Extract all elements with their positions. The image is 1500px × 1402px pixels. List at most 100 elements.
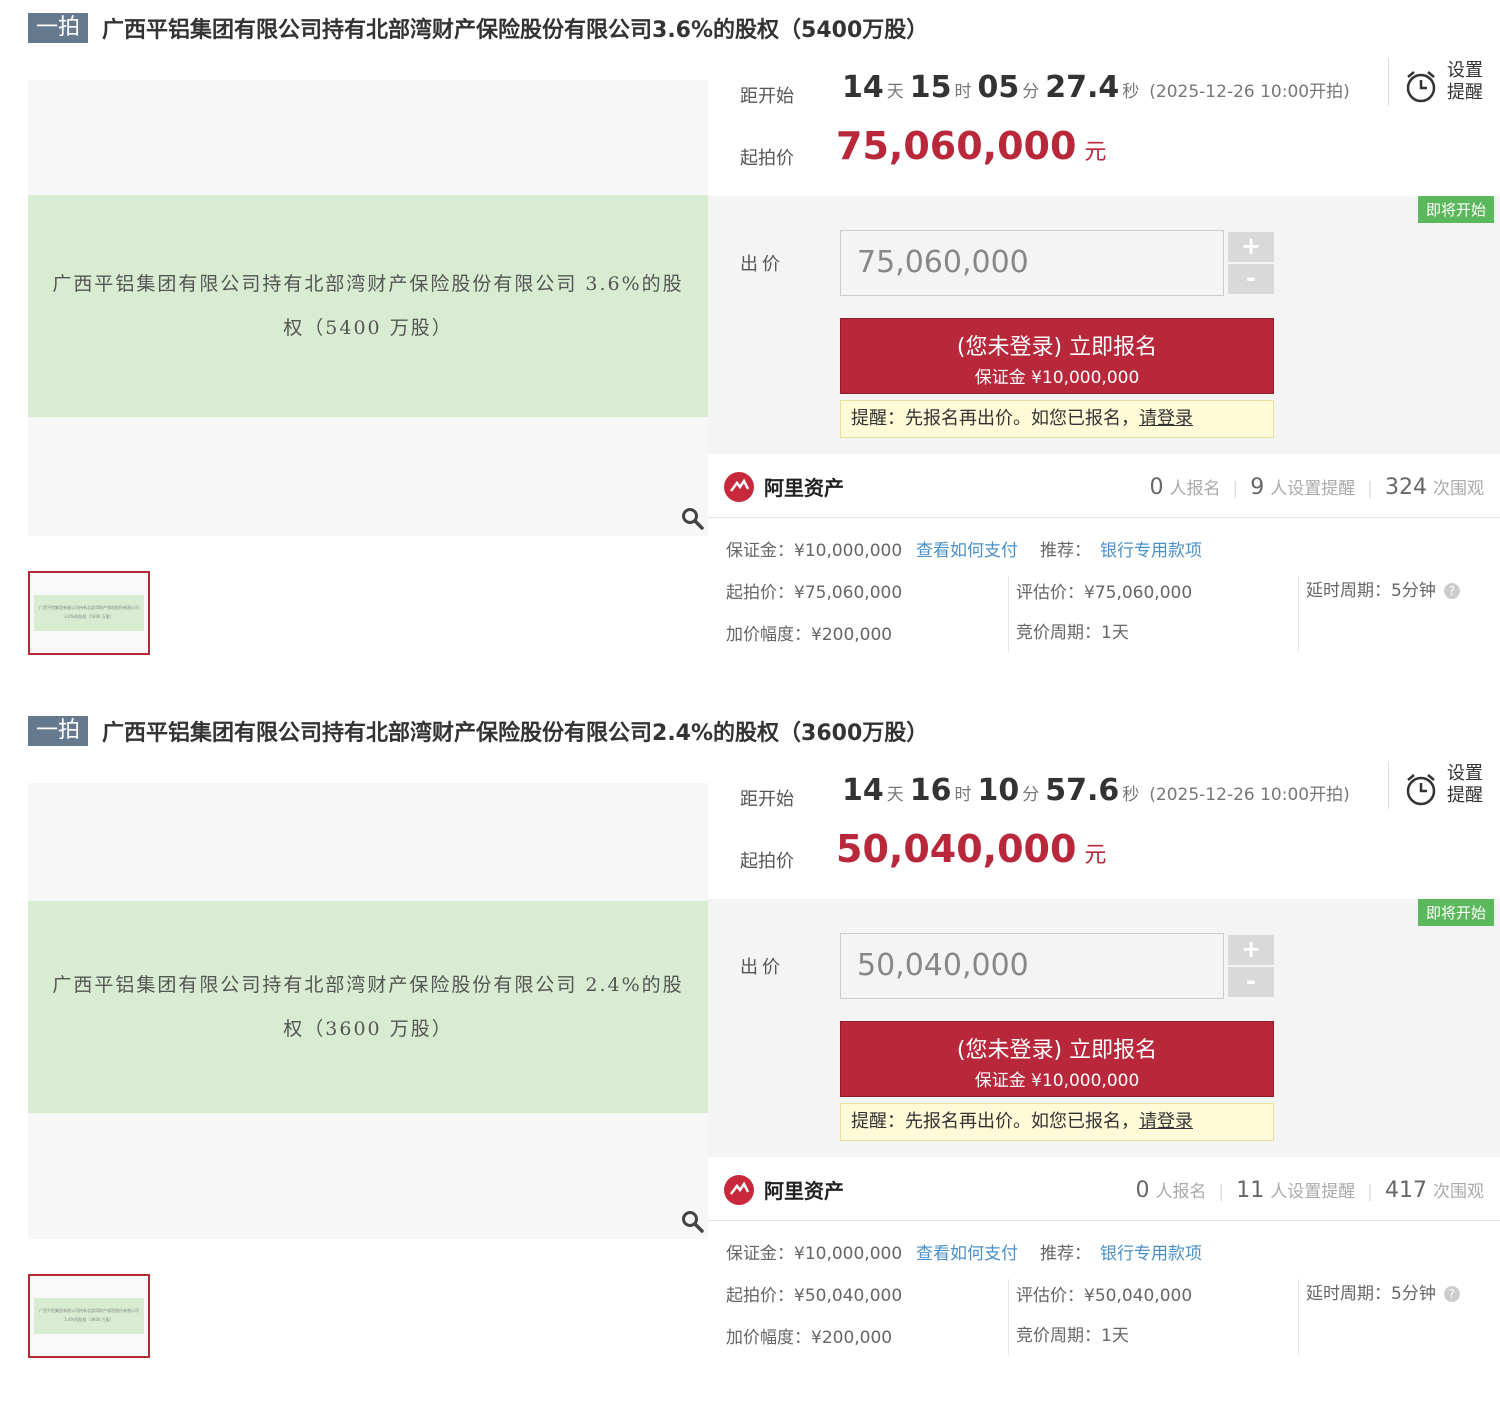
how-to-pay-link[interactable]: 查看如何支付 bbox=[916, 536, 1018, 561]
auction-item-1: 一拍 广西平铝集团有限公司持有北部湾财产保险股份有限公司3.6%的股权（5400… bbox=[0, 0, 1500, 680]
view-count-label: 次围观 bbox=[1433, 1182, 1484, 1202]
auction-stats: 0 人报名 | 11 人设置提醒 | 417 次围观 bbox=[1136, 1177, 1484, 1203]
column-divider bbox=[1008, 576, 1009, 652]
login-link[interactable]: 请登录 bbox=[1139, 408, 1193, 429]
deposit-info: 保证金：¥10,000,000 bbox=[726, 1244, 903, 1264]
set-reminder-button[interactable]: 设置提醒 bbox=[1388, 58, 1500, 106]
login-hint-text: 提醒：先报名再出价。如您已报名， bbox=[851, 408, 1139, 429]
auction-item-2: 一拍 广西平铝集团有限公司持有北部湾财产保险股份有限公司2.4%的股权（3600… bbox=[0, 703, 1500, 1383]
reminder-count-label: 人设置提醒 bbox=[1270, 1182, 1356, 1202]
signup-button[interactable]: (您未登录) 立即报名 保证金 ¥10,000,000 bbox=[840, 318, 1274, 394]
help-icon[interactable]: ? bbox=[1443, 1286, 1460, 1302]
detail-increment: 加价幅度：¥200,000 bbox=[726, 625, 893, 645]
signup-count-label: 人报名 bbox=[1155, 1182, 1207, 1202]
status-badge: 即将开始 bbox=[1417, 196, 1494, 223]
detail-delay-text: 延时周期：5分钟 bbox=[1306, 1284, 1436, 1304]
bank-account-link[interactable]: 银行专用款项 bbox=[1100, 1239, 1202, 1264]
countdown-seconds: 57.6 bbox=[1045, 773, 1120, 808]
signup-button[interactable]: (您未登录) 立即报名 保证金 ¥10,000,000 bbox=[840, 1021, 1274, 1097]
detail-eval-price: 评估价：¥75,060,000 bbox=[1016, 583, 1193, 603]
price-unit: 元 bbox=[1084, 140, 1107, 165]
column-divider bbox=[1298, 576, 1299, 652]
countdown-minutes-unit: 分 bbox=[1022, 82, 1040, 102]
bid-area: 即将开始 出价 75,060,000 + - (您未登录) 立即报名 保证金 ¥… bbox=[708, 196, 1500, 454]
countdown-days: 14 bbox=[842, 70, 884, 105]
countdown-start-time: (2025-12-26 10:00开拍) bbox=[1149, 785, 1350, 805]
image-thumbnail[interactable]: 广西平铝集团有限公司持有北部湾财产保险股份有限公司 2.4%的股权（3600 万… bbox=[28, 1274, 150, 1358]
decrease-bid-button[interactable]: - bbox=[1228, 967, 1274, 997]
recommend-label: 推荐： bbox=[1040, 1244, 1091, 1264]
auction-title[interactable]: 广西平铝集团有限公司持有北部湾财产保险股份有限公司3.6%的股权（5400万股） bbox=[102, 12, 928, 44]
stats-row: 阿里资产 0 人报名 | 11 人设置提醒 | 417 次围观 bbox=[708, 1157, 1500, 1221]
reminder-count: 9 bbox=[1250, 475, 1265, 500]
view-count: 417 bbox=[1385, 1178, 1427, 1203]
set-reminder-button[interactable]: 设置提醒 bbox=[1388, 761, 1500, 809]
stat-divider: | bbox=[1367, 1182, 1373, 1202]
price-unit: 元 bbox=[1084, 843, 1107, 868]
countdown-seconds: 27.4 bbox=[1045, 70, 1120, 105]
start-price: 50,040,000 元 bbox=[836, 827, 1106, 871]
login-hint: 提醒：先报名再出价。如您已报名，请登录 bbox=[840, 1103, 1274, 1141]
signup-count: 0 bbox=[1149, 475, 1164, 500]
help-icon[interactable]: ? bbox=[1443, 583, 1460, 599]
bank-account-link[interactable]: 银行专用款项 bbox=[1100, 536, 1202, 561]
ali-logo-icon bbox=[724, 1175, 754, 1205]
auction-round-tag: 一拍 bbox=[28, 13, 89, 43]
stat-divider: | bbox=[1367, 479, 1373, 499]
countdown-minutes: 10 bbox=[977, 773, 1020, 808]
bid-input[interactable]: 75,060,000 bbox=[840, 230, 1224, 296]
column-divider bbox=[1008, 1279, 1009, 1355]
decrease-bid-button[interactable]: - bbox=[1228, 264, 1274, 294]
bid-area: 即将开始 出价 50,040,000 + - (您未登录) 立即报名 保证金 ¥… bbox=[708, 899, 1500, 1157]
platform-name: 阿里资产 bbox=[764, 1179, 844, 1203]
start-price-label: 起拍价 bbox=[740, 851, 794, 872]
increase-bid-button[interactable]: + bbox=[1228, 232, 1274, 262]
detail-start-price: 起拍价：¥50,040,000 bbox=[726, 1286, 903, 1306]
main-image-text: 广西平铝集团有限公司持有北部湾财产保险股份有限公司 3.6%的股权（5400 万… bbox=[28, 195, 708, 417]
increase-bid-button[interactable]: + bbox=[1228, 935, 1274, 965]
image-thumbnail[interactable]: 广西平铝集团有限公司持有北部湾财产保险股份有限公司 3.6%的股权（5400 万… bbox=[28, 571, 150, 655]
bid-input[interactable]: 50,040,000 bbox=[840, 933, 1224, 999]
ali-logo-icon bbox=[724, 472, 754, 502]
countdown-days: 14 bbox=[842, 773, 884, 808]
countdown-start-time: (2025-12-26 10:00开拍) bbox=[1149, 82, 1350, 102]
auction-details: 保证金：¥10,000,000 查看如何支付 推荐： 银行专用款项 起拍价：¥7… bbox=[708, 518, 1500, 658]
countdown-hours: 16 bbox=[909, 773, 952, 808]
login-link[interactable]: 请登录 bbox=[1139, 1111, 1193, 1132]
countdown-minutes-unit: 分 bbox=[1022, 785, 1040, 805]
main-image[interactable]: 广西平铝集团有限公司持有北部湾财产保险股份有限公司 2.4%的股权（3600 万… bbox=[28, 783, 708, 1239]
recommend-label: 推荐： bbox=[1040, 541, 1091, 561]
detail-increment: 加价幅度：¥200,000 bbox=[726, 1328, 893, 1348]
countdown: 14 天 16 时 10 分 57.6 秒 (2025-12-26 10:00开… bbox=[842, 773, 1350, 808]
stat-divider: | bbox=[1218, 1182, 1225, 1202]
how-to-pay-link[interactable]: 查看如何支付 bbox=[916, 1239, 1018, 1264]
signup-deposit: 保证金 ¥10,000,000 bbox=[974, 368, 1140, 388]
reminder-count: 11 bbox=[1236, 1178, 1265, 1203]
thumbnail-text: 广西平铝集团有限公司持有北部湾财产保险股份有限公司 3.6%的股权（5400 万… bbox=[34, 595, 144, 631]
deposit-info: 保证金：¥10,000,000 bbox=[726, 541, 903, 561]
countdown-label: 距开始 bbox=[740, 86, 794, 107]
auction-title[interactable]: 广西平铝集团有限公司持有北部湾财产保险股份有限公司2.4%的股权（3600万股） bbox=[102, 715, 928, 747]
start-price-value: 50,040,000 bbox=[836, 827, 1077, 871]
countdown-seconds-unit: 秒 bbox=[1122, 82, 1140, 102]
bid-label: 出价 bbox=[740, 957, 784, 978]
bid-label: 出价 bbox=[740, 254, 784, 275]
auction-info-top: 距开始 14 天 15 时 05 分 27.4 秒 (2025-12-26 10… bbox=[708, 58, 1500, 196]
magnify-icon[interactable] bbox=[680, 1209, 704, 1233]
column-divider bbox=[1298, 1279, 1299, 1355]
main-image[interactable]: 广西平铝集团有限公司持有北部湾财产保险股份有限公司 3.6%的股权（5400 万… bbox=[28, 80, 708, 536]
signup-button-label: (您未登录) 立即报名 bbox=[956, 335, 1158, 360]
status-badge: 即将开始 bbox=[1417, 899, 1494, 926]
start-price-value: 75,060,000 bbox=[836, 124, 1077, 168]
stat-divider: | bbox=[1232, 479, 1239, 499]
signup-count: 0 bbox=[1135, 1178, 1150, 1203]
detail-eval-price: 评估价：¥50,040,000 bbox=[1016, 1286, 1193, 1306]
signup-count-label: 人报名 bbox=[1169, 479, 1221, 499]
countdown-hours-unit: 时 bbox=[954, 82, 972, 102]
view-count: 324 bbox=[1385, 475, 1427, 500]
detail-cycle: 竞价周期：1天 bbox=[1016, 623, 1129, 643]
auction-title-row: 一拍 广西平铝集团有限公司持有北部湾财产保险股份有限公司2.4%的股权（3600… bbox=[28, 715, 928, 747]
countdown-hours-unit: 时 bbox=[954, 785, 972, 805]
magnify-icon[interactable] bbox=[680, 506, 704, 530]
auction-details: 保证金：¥10,000,000 查看如何支付 推荐： 银行专用款项 起拍价：¥5… bbox=[708, 1221, 1500, 1361]
